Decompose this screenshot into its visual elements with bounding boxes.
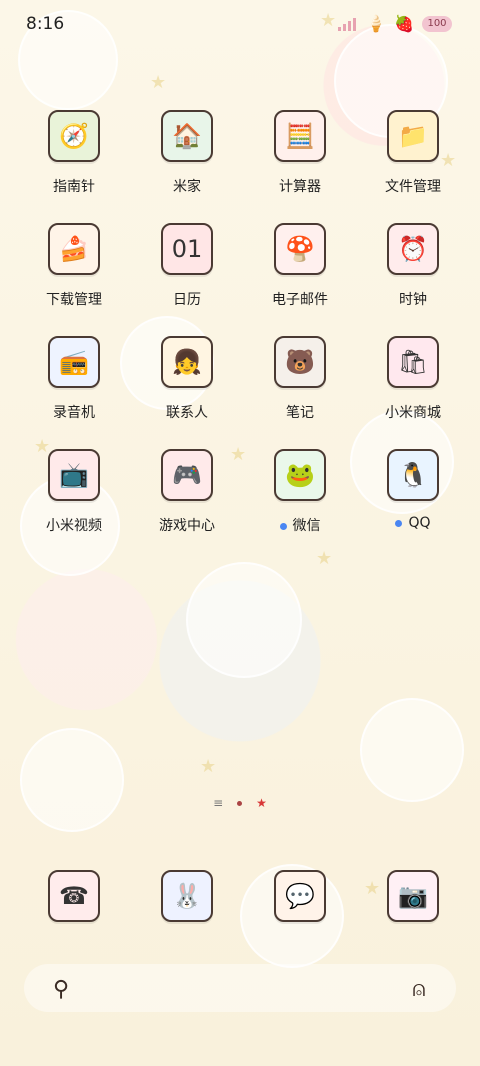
app-label-text: 游戏中心 <box>159 518 215 534</box>
app-label-text: 微信 <box>292 518 321 534</box>
app-label: QQ <box>353 515 473 531</box>
clock-icon: ⏰ <box>387 223 439 275</box>
app-notes[interactable]: 🐻 笔记 <box>240 332 360 444</box>
recorder-icon: 📻 <box>48 336 100 388</box>
new-install-dot <box>395 519 403 527</box>
qq-icon: 🐧 <box>387 449 439 501</box>
wallpaper-cat <box>20 728 124 832</box>
dock-camera[interactable]: 📷 <box>353 866 473 978</box>
app-label: 文件管理 <box>353 176 473 196</box>
status-icons: 🍦 🍓 100 <box>338 14 452 33</box>
app-download[interactable]: 🍰 下载管理 <box>14 219 134 331</box>
app-label: 游戏中心 <box>127 515 247 535</box>
app-label-text: 日历 <box>173 292 201 308</box>
app-label: 日历 <box>127 289 247 309</box>
app-label: 计算器 <box>240 176 360 196</box>
app-label: 时钟 <box>353 289 473 309</box>
app-game-center[interactable]: 🎮 游戏中心 <box>127 445 247 557</box>
app-label: 指南针 <box>14 176 134 196</box>
calculator-icon: 🧮 <box>274 110 326 162</box>
app-label-text: 笔记 <box>286 405 314 421</box>
star-icon: ★ <box>200 756 217 777</box>
app-label: 微信 <box>240 515 360 535</box>
status-bar: 8:16 🍦 🍓 100 <box>0 0 480 50</box>
dock-phone[interactable]: ☎ <box>14 866 134 978</box>
app-label-text: QQ <box>408 515 431 531</box>
folder-icon: 📁 <box>387 110 439 162</box>
app-label: 电子邮件 <box>240 289 360 309</box>
heart-icon: 🍓 <box>394 14 414 33</box>
mi-home-icon: 🏠 <box>161 110 213 162</box>
app-label: 下载管理 <box>14 289 134 309</box>
messages-icon: 💬 <box>274 870 326 922</box>
app-label-text: 计算器 <box>279 179 321 195</box>
app-label-text: 时钟 <box>399 292 427 308</box>
page-list-icon[interactable]: ≡ <box>213 796 223 810</box>
notes-icon: 🐻 <box>274 336 326 388</box>
app-mi-home[interactable]: 🏠 米家 <box>127 106 247 218</box>
app-label: 小米视频 <box>14 515 134 535</box>
app-label-text: 下载管理 <box>46 292 102 308</box>
app-label-text: 小米商城 <box>385 405 441 421</box>
dock-messages[interactable]: 💬 <box>240 866 360 978</box>
battery-indicator: 100 <box>422 15 452 32</box>
app-mail[interactable]: 🍄 电子邮件 <box>240 219 360 331</box>
assistant-icon[interactable]: ⍝ <box>402 972 436 1006</box>
mi-store-icon: 🛍 <box>387 336 439 388</box>
app-video[interactable]: 📺 小米视频 <box>14 445 134 557</box>
search-icon[interactable]: ⚲ <box>44 972 78 1006</box>
star-icon: ★ <box>150 72 167 93</box>
camera-icon: 📷 <box>387 870 439 922</box>
app-qq[interactable]: 🐧 QQ <box>353 445 473 557</box>
app-label-text: 指南针 <box>53 179 95 195</box>
app-calendar[interactable]: 01 日历 <box>127 219 247 331</box>
wallpaper-cat <box>186 562 302 678</box>
search-bar[interactable]: ⚲ ⍝ <box>24 964 456 1012</box>
page-dot[interactable] <box>237 800 243 806</box>
app-label: 笔记 <box>240 402 360 422</box>
app-label-text: 小米视频 <box>46 518 102 534</box>
video-icon: 📺 <box>48 449 100 501</box>
game-center-icon: 🎮 <box>161 449 213 501</box>
app-mi-store[interactable]: 🛍 小米商城 <box>353 332 473 444</box>
app-contacts[interactable]: 👧 联系人 <box>127 332 247 444</box>
compass-icon: 🧭 <box>48 110 100 162</box>
app-calculator[interactable]: 🧮 计算器 <box>240 106 360 218</box>
app-label: 录音机 <box>14 402 134 422</box>
dock: ☎ 🐰 💬 📷 <box>0 866 480 930</box>
app-folder[interactable]: 📁 文件管理 <box>353 106 473 218</box>
app-label-text: 文件管理 <box>385 179 441 195</box>
new-install-dot <box>279 522 287 530</box>
download-icon: 🍰 <box>48 223 100 275</box>
ice-cream-icon: 🍦 <box>366 14 387 33</box>
app-label-text: 联系人 <box>166 405 208 421</box>
app-label: 联系人 <box>127 402 247 422</box>
page-star-active[interactable]: ★ <box>256 796 267 810</box>
app-recorder[interactable]: 📻 录音机 <box>14 332 134 444</box>
status-time: 8:16 <box>26 14 65 34</box>
wallpaper-cat <box>360 698 464 802</box>
signal-icon <box>338 17 358 31</box>
contacts-icon: 👧 <box>161 336 213 388</box>
wechat-icon: 🐸 <box>274 449 326 501</box>
page-indicator: ≡ ★ <box>0 796 480 810</box>
app-label-text: 米家 <box>173 179 201 195</box>
app-label: 小米商城 <box>353 402 473 422</box>
phone-icon: ☎ <box>48 870 100 922</box>
app-label: 米家 <box>127 176 247 196</box>
mail-icon: 🍄 <box>274 223 326 275</box>
app-clock[interactable]: ⏰ 时钟 <box>353 219 473 331</box>
app-wechat[interactable]: 🐸 微信 <box>240 445 360 557</box>
app-compass[interactable]: 🧭 指南针 <box>14 106 134 218</box>
app-label-text: 电子邮件 <box>272 292 328 308</box>
calendar-icon: 01 <box>161 223 213 275</box>
browser-icon: 🐰 <box>161 870 213 922</box>
app-label-text: 录音机 <box>53 405 95 421</box>
dock-browser[interactable]: 🐰 <box>127 866 247 978</box>
